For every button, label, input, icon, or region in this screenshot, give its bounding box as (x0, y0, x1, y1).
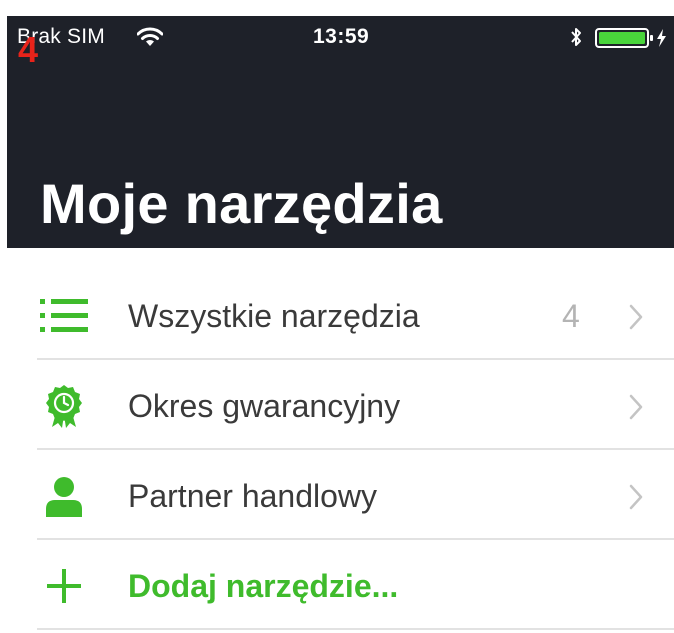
step-badge: 4 (18, 29, 39, 70)
add-tool-button[interactable]: Dodaj narzędzie... (0, 540, 674, 630)
chevron-right-icon (629, 304, 643, 330)
status-time: 13:59 (313, 25, 370, 48)
menu-item-label: Partner handlowy (128, 478, 378, 514)
item-count: 4 (562, 298, 580, 334)
list-icon (40, 299, 88, 332)
warranty-badge-icon (46, 385, 82, 428)
status-bar: Brak SIM 13:59 (7, 16, 674, 58)
chevron-right-icon (629, 394, 643, 420)
menu-item-warranty[interactable]: Okres gwarancyjny (0, 360, 674, 450)
plus-icon (47, 569, 81, 603)
add-tool-label: Dodaj narzędzie... (128, 568, 399, 604)
app-screen: Brak SIM 13:59 Moje narzędzia 4 Wszystki… (0, 0, 674, 633)
bluetooth-icon (571, 28, 581, 46)
battery-icon (595, 28, 666, 48)
wifi-icon (137, 27, 163, 46)
chevron-right-icon (629, 484, 643, 510)
menu-item-partner[interactable]: Partner handlowy (0, 450, 674, 540)
charging-bolt-icon (657, 29, 666, 47)
navigation-header: Brak SIM 13:59 Moje narzędzia (7, 16, 674, 248)
person-icon (46, 477, 82, 517)
menu-item-label: Okres gwarancyjny (128, 388, 401, 424)
page-title: Moje narzędzia (40, 172, 443, 235)
row-separator (37, 628, 674, 630)
menu-item-all-tools[interactable]: Wszystkie narzędzia 4 (0, 270, 674, 360)
menu-item-label: Wszystkie narzędzia (128, 298, 420, 334)
menu-list: Wszystkie narzędzia 4 Okres gwarancyjny (0, 270, 674, 630)
